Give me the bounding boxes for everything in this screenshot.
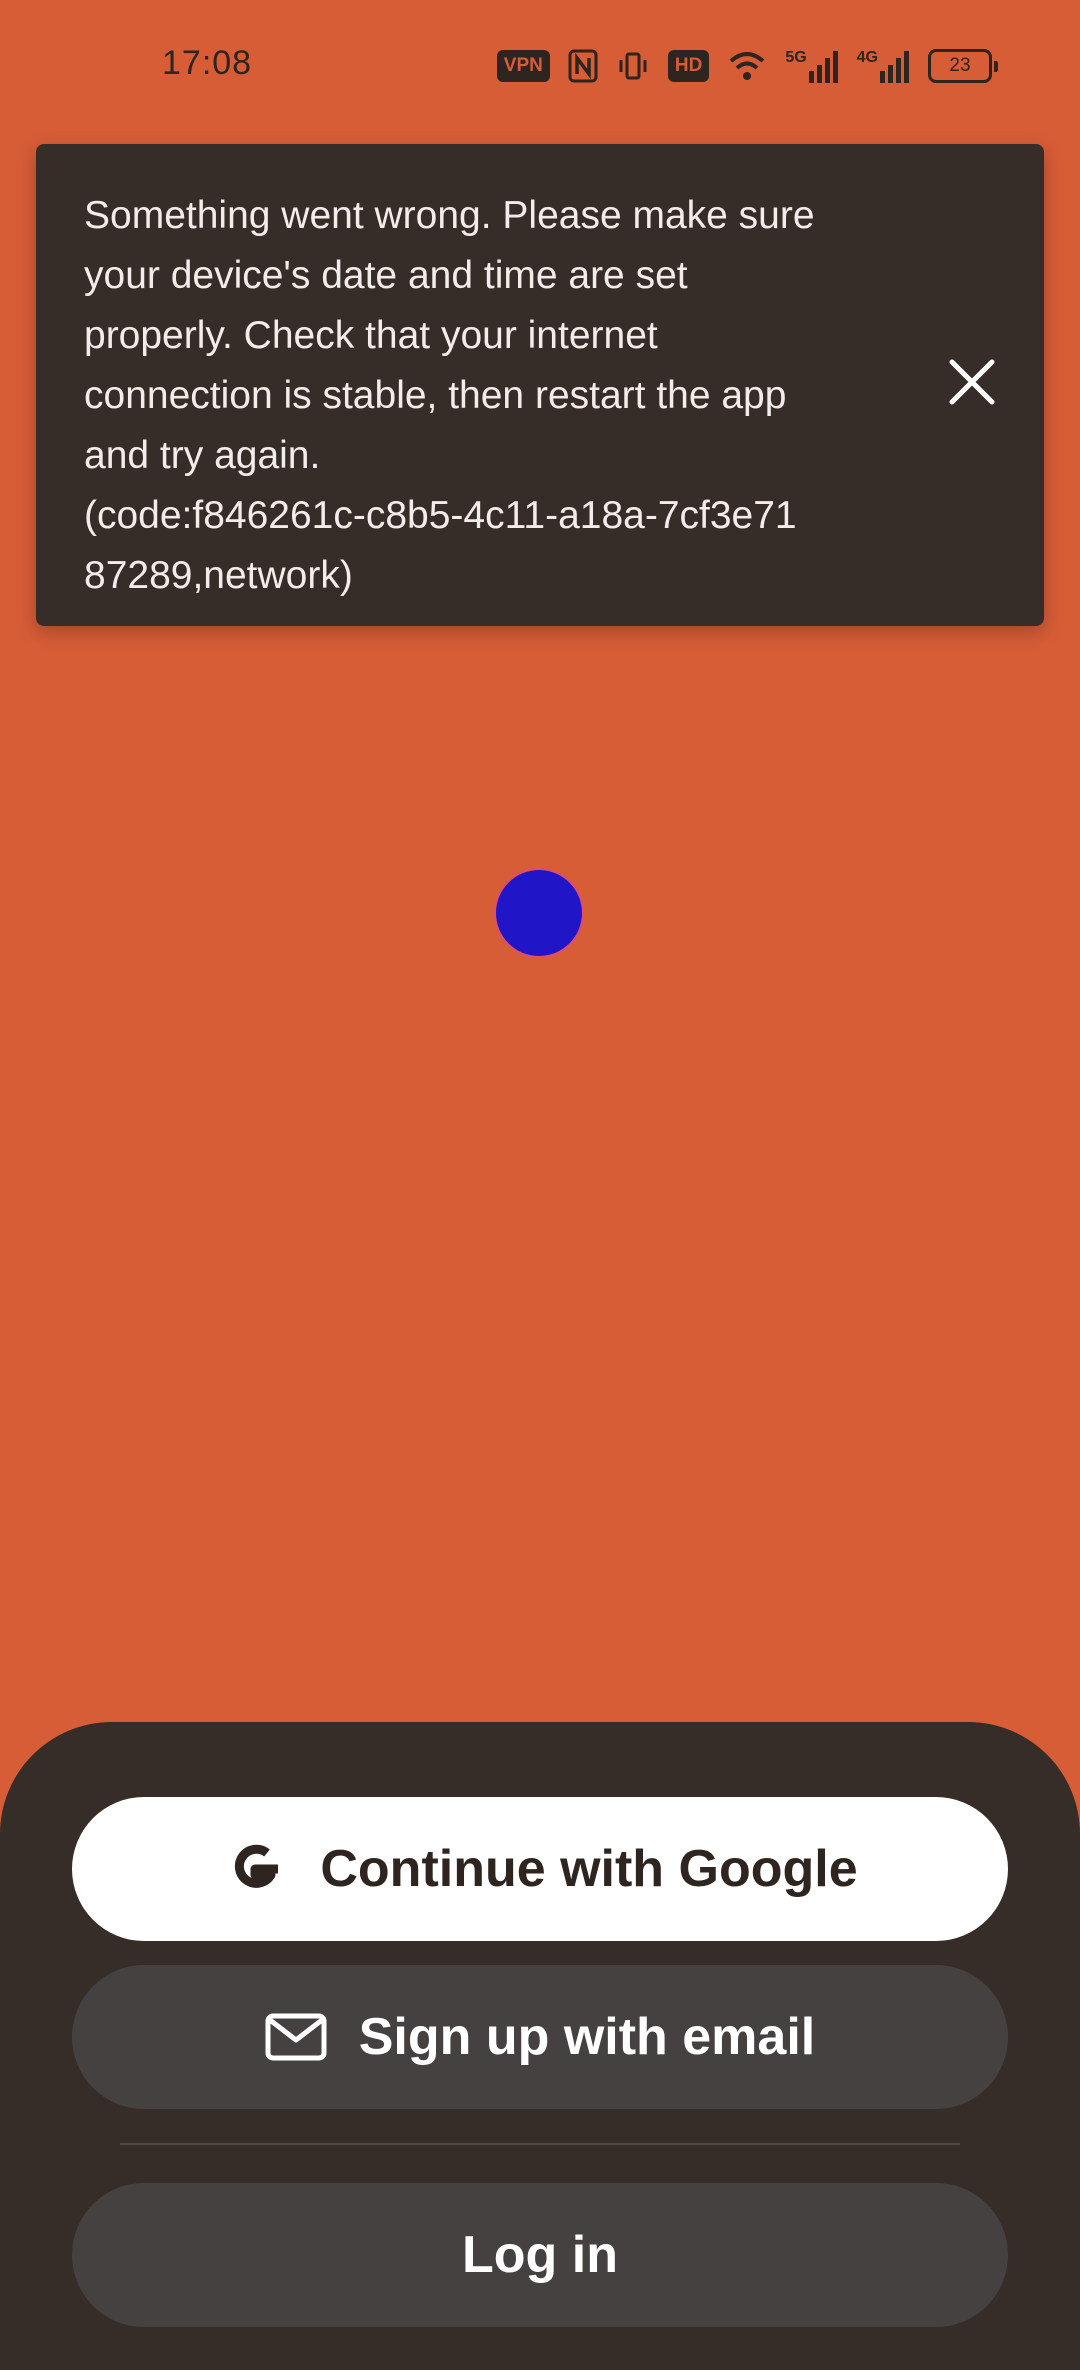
status-bar: 17:08 VPN HD 5G 4G 23 bbox=[0, 0, 1080, 136]
divider bbox=[120, 2143, 960, 2145]
signal-bars-icon bbox=[880, 51, 909, 83]
mail-icon bbox=[265, 2013, 327, 2061]
auth-sheet: Continue with Google Sign up with email … bbox=[0, 1722, 1080, 2370]
email-button-label: Sign up with email bbox=[358, 2008, 816, 2066]
nfc-icon bbox=[568, 49, 598, 83]
signal-4g: 4G bbox=[857, 49, 910, 83]
log-in-button[interactable]: Log in bbox=[72, 2183, 1008, 2327]
error-message: Something went wrong. Please make sure y… bbox=[84, 194, 815, 597]
close-button[interactable] bbox=[944, 354, 1000, 410]
error-toast: Something went wrong. Please make sure y… bbox=[36, 144, 1044, 626]
hd-badge: HD bbox=[667, 50, 710, 82]
signal-5g: 5G bbox=[785, 49, 838, 83]
sign-up-with-email-button[interactable]: Sign up with email bbox=[72, 1965, 1008, 2109]
battery-icon: 23 bbox=[928, 49, 998, 83]
status-icons: VPN HD 5G 4G 23 bbox=[496, 46, 998, 86]
google-button-label: Continue with Google bbox=[320, 1840, 858, 1898]
close-icon bbox=[949, 359, 995, 405]
status-time: 17:08 bbox=[162, 44, 253, 82]
loading-indicator bbox=[496, 870, 582, 956]
login-button-label: Log in bbox=[462, 2226, 618, 2284]
signal-bars-icon bbox=[808, 51, 838, 83]
network-5g-label: 5G bbox=[785, 49, 807, 66]
vpn-badge: VPN bbox=[496, 50, 550, 82]
vibrate-icon bbox=[616, 49, 650, 83]
google-icon bbox=[235, 1844, 279, 1888]
network-4g-label: 4G bbox=[856, 49, 878, 66]
continue-with-google-button[interactable]: Continue with Google bbox=[72, 1797, 1008, 1941]
wifi-icon bbox=[727, 49, 767, 83]
